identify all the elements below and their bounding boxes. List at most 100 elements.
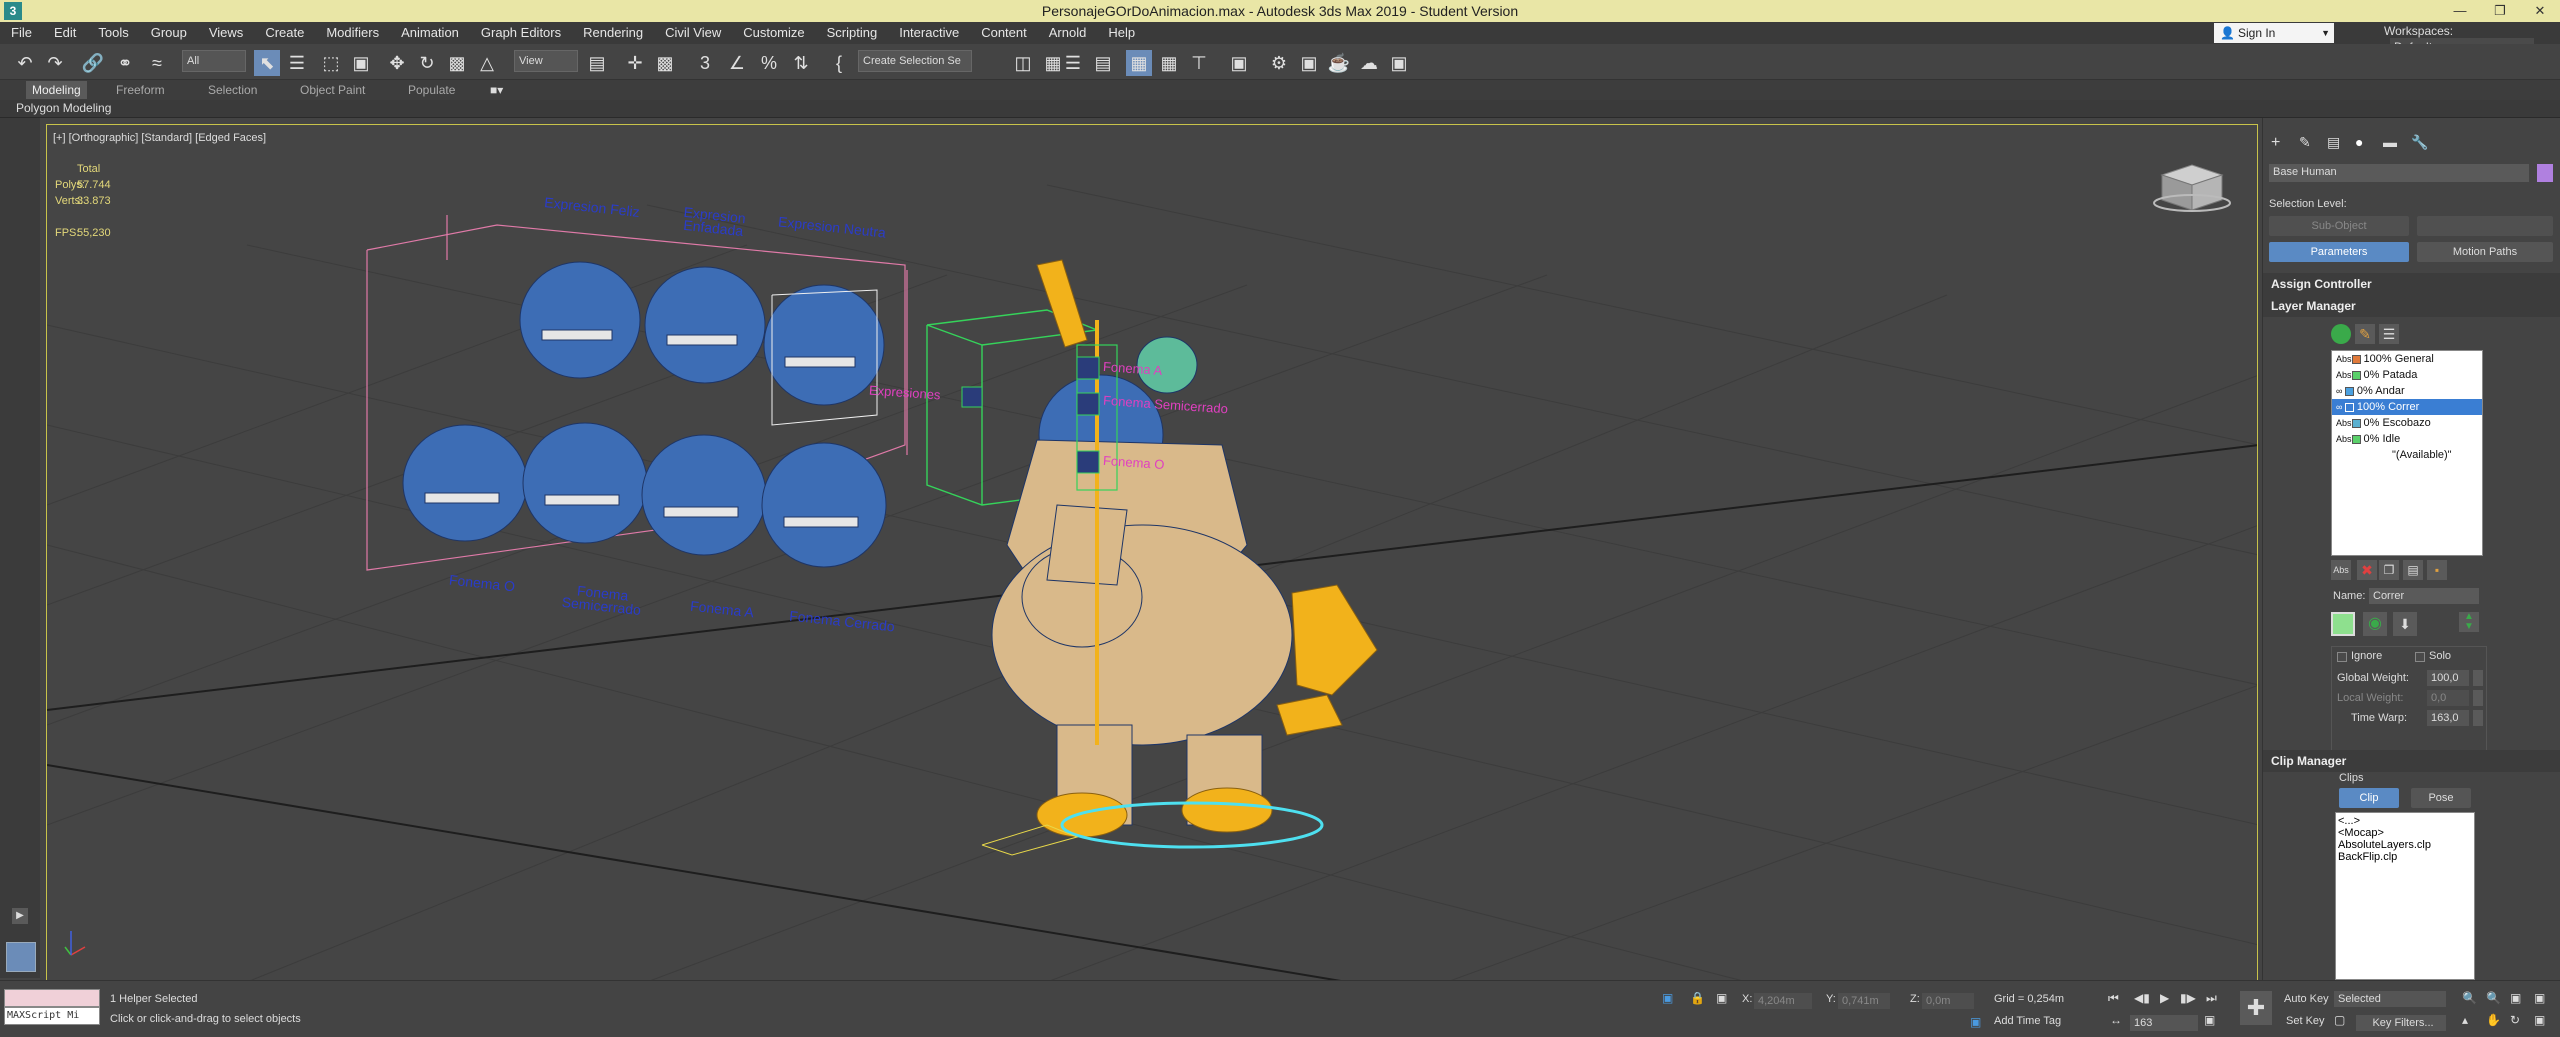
- create-tab-icon[interactable]: +: [2271, 134, 2280, 152]
- render-cloud-icon[interactable]: ☁: [1356, 50, 1382, 76]
- named-selection-icon[interactable]: {: [826, 50, 852, 76]
- set-key-plus-icon[interactable]: ✚: [2240, 991, 2272, 1025]
- ignore-checkbox[interactable]: [2337, 652, 2347, 662]
- layer-manager-rollout[interactable]: Layer Manager: [2263, 295, 2560, 317]
- clip-button[interactable]: Clip: [2339, 788, 2399, 808]
- polygon-modeling-label[interactable]: Polygon Modeling: [16, 101, 111, 115]
- render-setup-icon[interactable]: ⚙: [1266, 50, 1292, 76]
- ribbon-options-icon[interactable]: ■▾: [490, 81, 503, 99]
- scale-icon[interactable]: ▩: [444, 50, 470, 76]
- tab-populate[interactable]: Populate: [408, 81, 455, 99]
- menu-help[interactable]: Help: [1097, 22, 1146, 44]
- mirror-icon[interactable]: ◫: [1010, 50, 1036, 76]
- window-crossing-icon[interactable]: ▣: [348, 50, 374, 76]
- go-to-end-icon[interactable]: ⏭: [2206, 991, 2217, 1006]
- download-icon[interactable]: ⬇: [2393, 612, 2417, 636]
- menu-content[interactable]: Content: [970, 22, 1038, 44]
- keyboard-shortcut-icon[interactable]: ▩: [652, 50, 678, 76]
- rendered-frame-window-icon[interactable]: ▣: [1296, 50, 1322, 76]
- zoom-extents-icon[interactable]: ▣: [2510, 991, 2521, 1005]
- tab-freeform[interactable]: Freeform: [116, 81, 165, 99]
- tab-selection[interactable]: Selection: [208, 81, 257, 99]
- key-mode-dropdown[interactable]: Selected: [2334, 991, 2446, 1007]
- key-filter-icon[interactable]: ▢: [2334, 1013, 2345, 1027]
- next-frame-icon[interactable]: ▮▶: [2180, 991, 2196, 1005]
- y-coord-field[interactable]: 0,741m: [1838, 993, 1890, 1009]
- selection-filter-dropdown[interactable]: All: [182, 50, 246, 72]
- close-icon[interactable]: ✕: [2520, 0, 2560, 22]
- clip-item[interactable]: BackFlip.clp: [2338, 851, 2472, 863]
- auto-key-button[interactable]: Auto Key: [2284, 993, 2329, 1005]
- time-warp-spinner[interactable]: [2473, 710, 2483, 726]
- snaps-toggle-icon[interactable]: 3: [692, 50, 718, 76]
- menu-tools[interactable]: Tools: [87, 22, 139, 44]
- display-tab-icon[interactable]: ▬: [2383, 134, 2397, 150]
- ribbon-toggle-icon[interactable]: ▦: [1126, 50, 1152, 76]
- layer-list[interactable]: Abs 100% General Abs 0% Patada ∞ 0% Andar …: [2331, 350, 2483, 556]
- pose-button[interactable]: Pose: [2411, 788, 2471, 808]
- key-filters-button[interactable]: Key Filters...: [2356, 1015, 2446, 1031]
- layer-explorer-icon[interactable]: ☰: [1060, 50, 1086, 76]
- menu-file[interactable]: File: [0, 22, 43, 44]
- play-icon[interactable]: [2331, 324, 2351, 344]
- curve-editor-icon[interactable]: ▦: [1156, 50, 1182, 76]
- menu-edit[interactable]: Edit: [43, 22, 87, 44]
- global-weight-spinner[interactable]: [2473, 670, 2483, 686]
- bind-space-warp-icon[interactable]: ≈: [144, 50, 170, 76]
- layer-row-selected[interactable]: ∞ 100% Correr: [2332, 399, 2482, 415]
- play-animation-icon[interactable]: ▶: [2160, 991, 2169, 1005]
- reference-coordinate-dropdown[interactable]: View: [514, 50, 578, 72]
- link-icon[interactable]: 🔗: [80, 50, 106, 76]
- menu-views[interactable]: Views: [198, 22, 254, 44]
- menu-customize[interactable]: Customize: [732, 22, 815, 44]
- render-active-shade-icon[interactable]: ▣: [1386, 50, 1412, 76]
- x-coord-field[interactable]: 4,204m: [1754, 993, 1812, 1009]
- layer-settings-icon[interactable]: ◉: [2363, 612, 2387, 636]
- percent-snap-icon[interactable]: %: [756, 50, 782, 76]
- layer-row[interactable]: Abs 0% Patada: [2332, 367, 2482, 383]
- up-down-arrows-icon[interactable]: ▲ ▼: [2459, 612, 2479, 632]
- menu-rendering[interactable]: Rendering: [572, 22, 654, 44]
- clips-list[interactable]: <...> <Mocap> AbsoluteLayers.clp BackFli…: [2335, 812, 2475, 980]
- undo-icon[interactable]: ↶: [12, 50, 38, 76]
- clip-manager-rollout[interactable]: Clip Manager: [2263, 750, 2560, 772]
- time-warp-field[interactable]: 163,0: [2427, 710, 2469, 726]
- menu-animation[interactable]: Animation: [390, 22, 470, 44]
- hierarchy-tab-icon[interactable]: ▤: [2327, 134, 2340, 151]
- expand-arrow-icon[interactable]: ▶: [12, 908, 28, 924]
- minimize-icon[interactable]: —: [2440, 0, 2480, 22]
- restore-icon[interactable]: ❐: [2480, 0, 2520, 22]
- copy-layer-icon[interactable]: ❐: [2379, 560, 2399, 580]
- unlink-icon[interactable]: ⚭: [112, 50, 138, 76]
- menu-graph-editors[interactable]: Graph Editors: [470, 22, 572, 44]
- menu-modifiers[interactable]: Modifiers: [315, 22, 390, 44]
- motion-tab-icon[interactable]: ●: [2355, 134, 2363, 150]
- object-name-field[interactable]: Base Human: [2269, 164, 2529, 182]
- pan-icon[interactable]: ✋: [2486, 1013, 2501, 1027]
- time-config-icon[interactable]: ↔: [2110, 1013, 2122, 1027]
- material-editor-icon[interactable]: ▣: [1226, 50, 1252, 76]
- current-frame-field[interactable]: 163: [2130, 1015, 2198, 1031]
- sub-object-dropdown[interactable]: [2417, 216, 2553, 236]
- zoom-icon[interactable]: 🔍: [2462, 991, 2477, 1005]
- layer-name-field[interactable]: Correr: [2369, 588, 2479, 604]
- move-icon[interactable]: ✥: [384, 50, 410, 76]
- previous-frame-icon[interactable]: ◀▮: [2134, 991, 2150, 1005]
- select-object-icon[interactable]: ⬉: [254, 50, 280, 76]
- selection-lock-icon[interactable]: 🔒: [1690, 991, 1705, 1005]
- tab-modeling[interactable]: Modeling: [26, 81, 87, 99]
- layer-row[interactable]: Abs 0% Idle: [2332, 431, 2482, 447]
- menu-scripting[interactable]: Scripting: [816, 22, 889, 44]
- local-weight-field[interactable]: 0,0: [2427, 690, 2469, 706]
- layer-color-swatch[interactable]: [2331, 612, 2355, 636]
- menu-group[interactable]: Group: [140, 22, 198, 44]
- animation-layer-icon[interactable]: ✎: [2355, 324, 2375, 344]
- time-configuration-icon[interactable]: ▣: [2204, 1013, 2215, 1027]
- angle-snap-icon[interactable]: ∠: [724, 50, 750, 76]
- viewport-perspective[interactable]: [+] [Orthographic] [Standard] [Edged Fac…: [46, 124, 2258, 981]
- menu-arnold[interactable]: Arnold: [1038, 22, 1098, 44]
- place-icon[interactable]: △: [474, 50, 500, 76]
- field-of-view-icon[interactable]: ▴: [2462, 1013, 2468, 1027]
- delete-layer-icon[interactable]: ✖: [2357, 560, 2377, 580]
- sub-object-button[interactable]: Sub-Object: [2269, 216, 2409, 236]
